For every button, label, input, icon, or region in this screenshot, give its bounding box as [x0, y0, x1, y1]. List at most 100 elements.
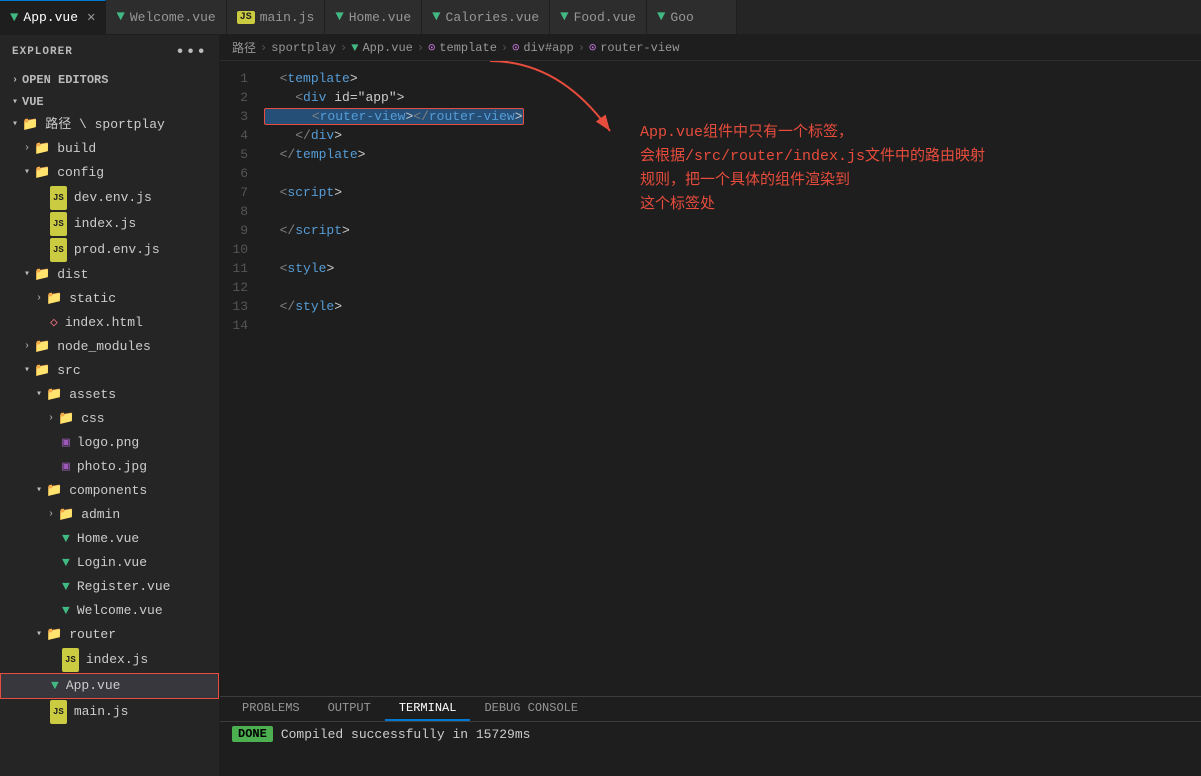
- line-number: 13: [220, 297, 260, 316]
- sidebar: EXPLORER ••• › OPEN EDITORS ▾ VUE ▾📁路径 \…: [0, 35, 220, 776]
- line-content: </style>: [260, 297, 1201, 316]
- js-file-icon: JS: [50, 212, 67, 236]
- bottom-panel: PROBLEMS OUTPUT TERMINAL DEBUG CONSOLE D…: [220, 696, 1201, 776]
- sidebar-item-Home.vue[interactable]: ▼Home.vue: [0, 527, 219, 551]
- sidebar-item-router_index.js[interactable]: JSindex.js: [0, 647, 219, 673]
- tree-item-label: dev.env.js: [74, 187, 152, 209]
- tab-goo[interactable]: ▼ Goo: [647, 0, 737, 34]
- line-number: 8: [220, 202, 260, 221]
- sidebar-item-index.js[interactable]: JS index.js: [0, 211, 219, 237]
- editor-line-6: 6: [220, 164, 1201, 183]
- sidebar-item-prod.env.js[interactable]: JSprod.env.js: [0, 237, 219, 263]
- sidebar-item-assets[interactable]: ▾📁assets: [0, 383, 219, 407]
- sidebar-item-router[interactable]: ▾📁router: [0, 623, 219, 647]
- sidebar-item-css[interactable]: ›📁css: [0, 407, 219, 431]
- sidebar-item-src[interactable]: ▾📁src: [0, 359, 219, 383]
- sidebar-item-static[interactable]: ›📁static: [0, 287, 219, 311]
- sidebar-item-admin[interactable]: ›📁admin: [0, 503, 219, 527]
- code-editor[interactable]: 1 <template>2 <div id="app">3 <router-vi…: [220, 61, 1201, 696]
- tab-main-js[interactable]: JS main.js: [227, 0, 326, 34]
- sidebar-item-App.vue[interactable]: ▼App.vue: [0, 673, 219, 699]
- sidebar-item-logo.png[interactable]: ▣logo.png: [0, 431, 219, 455]
- tree-item-label: index.html: [65, 312, 143, 334]
- line-content: </template>: [260, 145, 1201, 164]
- tab-label: main.js: [260, 10, 315, 25]
- expand-icon: ›: [24, 138, 30, 160]
- line-number: 5: [220, 145, 260, 164]
- editor-lines: 1 <template>2 <div id="app">3 <router-vi…: [220, 69, 1201, 335]
- editor-line-2: 2 <div id="app">: [220, 88, 1201, 107]
- expand-icon: ›: [48, 408, 54, 430]
- sidebar-item-photo.jpg[interactable]: ▣photo.jpg: [0, 455, 219, 479]
- editor-line-11: 11 <style>: [220, 259, 1201, 278]
- tab-food-vue[interactable]: ▼ Food.vue: [550, 0, 647, 34]
- sidebar-item-dev.env.js[interactable]: JSdev.env.js: [0, 185, 219, 211]
- js-file-icon: JS: [62, 648, 79, 672]
- expand-icon: ▾: [24, 162, 30, 184]
- div-icon: ⊙: [512, 40, 519, 55]
- expand-icon: ▾: [36, 624, 42, 646]
- open-editors-section[interactable]: › OPEN EDITORS: [0, 69, 219, 91]
- folder-icon: 📁: [46, 384, 62, 406]
- folder-icon: 📁: [34, 138, 50, 160]
- tab-home-vue[interactable]: ▼ Home.vue: [325, 0, 422, 34]
- line-content: <template>: [260, 69, 1201, 88]
- sidebar-item-Register.vue[interactable]: ▼Register.vue: [0, 575, 219, 599]
- tree-item-label: 路径 \ sportplay: [45, 114, 165, 136]
- breadcrumb: 路径 › sportplay › ▼ App.vue › ⊙ template …: [220, 35, 1201, 61]
- tab-output[interactable]: OUTPUT: [314, 697, 385, 721]
- tab-terminal[interactable]: TERMINAL: [385, 697, 471, 721]
- line-content: <style>: [260, 259, 1201, 278]
- line-number: 4: [220, 126, 260, 145]
- tree-item-label: prod.env.js: [74, 239, 160, 261]
- vue-icon: ▼: [657, 9, 665, 25]
- chevron-icon: ▾: [12, 96, 18, 108]
- tab-welcome-vue[interactable]: ▼ Welcome.vue: [106, 0, 226, 34]
- line-number: 10: [220, 240, 260, 259]
- sidebar-item-root[interactable]: ▾📁 路径 \ sportplay: [0, 113, 219, 137]
- template-icon: ⊙: [428, 40, 435, 55]
- sidebar-item-main.js[interactable]: JSmain.js: [0, 699, 219, 725]
- sidebar-item-dist[interactable]: ▾📁dist: [0, 263, 219, 287]
- folder-icon: 📁: [22, 114, 38, 136]
- tree-item-label: Register.vue: [77, 576, 171, 598]
- line-number: 2: [220, 88, 260, 107]
- file-tree: › OPEN EDITORS ▾ VUE ▾📁路径 \ sportplay›📁b…: [0, 69, 219, 776]
- tab-debug-console[interactable]: DEBUG CONSOLE: [470, 697, 592, 721]
- tab-calories-vue[interactable]: ▼ Calories.vue: [422, 0, 550, 34]
- sidebar-menu-icon[interactable]: •••: [175, 43, 207, 61]
- tab-app-vue[interactable]: ▼ App.vue ✕: [0, 0, 106, 34]
- sidebar-item-build[interactable]: ›📁build: [0, 137, 219, 161]
- tab-label: App.vue: [23, 10, 78, 25]
- sidebar-item-Welcome.vue[interactable]: ▼Welcome.vue: [0, 599, 219, 623]
- folder-icon: 📁: [34, 264, 50, 286]
- sidebar-title: EXPLORER: [12, 46, 73, 58]
- sidebar-item-components[interactable]: ▾📁components: [0, 479, 219, 503]
- vue-file-icon: ▼: [62, 552, 70, 574]
- tab-problems[interactable]: PROBLEMS: [228, 697, 314, 721]
- folder-icon: 📁: [46, 288, 62, 310]
- folder-icon: 📁: [34, 336, 50, 358]
- sidebar-item-node_modules[interactable]: ›📁node_modules: [0, 335, 219, 359]
- vue-file-icon: ▼: [62, 528, 70, 550]
- vue-section[interactable]: ▾ VUE: [0, 91, 219, 113]
- line-content: <router-view></router-view>: [260, 107, 1201, 126]
- tree-item-label: admin: [81, 504, 120, 526]
- terminal-output: Compiled successfully in 15729ms: [281, 727, 531, 742]
- folder-icon: 📁: [34, 162, 50, 184]
- image-file-icon: ▣: [62, 456, 70, 478]
- sidebar-item-config[interactable]: ▾📁config: [0, 161, 219, 185]
- sidebar-item-index.html[interactable]: ◇index.html: [0, 311, 219, 335]
- tree-item-label: index.js: [74, 213, 136, 235]
- line-number: 11: [220, 259, 260, 278]
- sidebar-item-Login.vue[interactable]: ▼Login.vue: [0, 551, 219, 575]
- done-badge: DONE: [232, 726, 273, 742]
- image-file-icon: ▣: [62, 432, 70, 454]
- expand-icon: ›: [48, 504, 54, 526]
- tree-item-label: Welcome.vue: [77, 600, 163, 622]
- tree-item-label: main.js: [74, 701, 129, 723]
- close-icon[interactable]: ✕: [87, 9, 95, 26]
- expand-icon: ▾: [12, 114, 18, 136]
- tree-item-label: components: [69, 480, 147, 502]
- line-number: 9: [220, 221, 260, 240]
